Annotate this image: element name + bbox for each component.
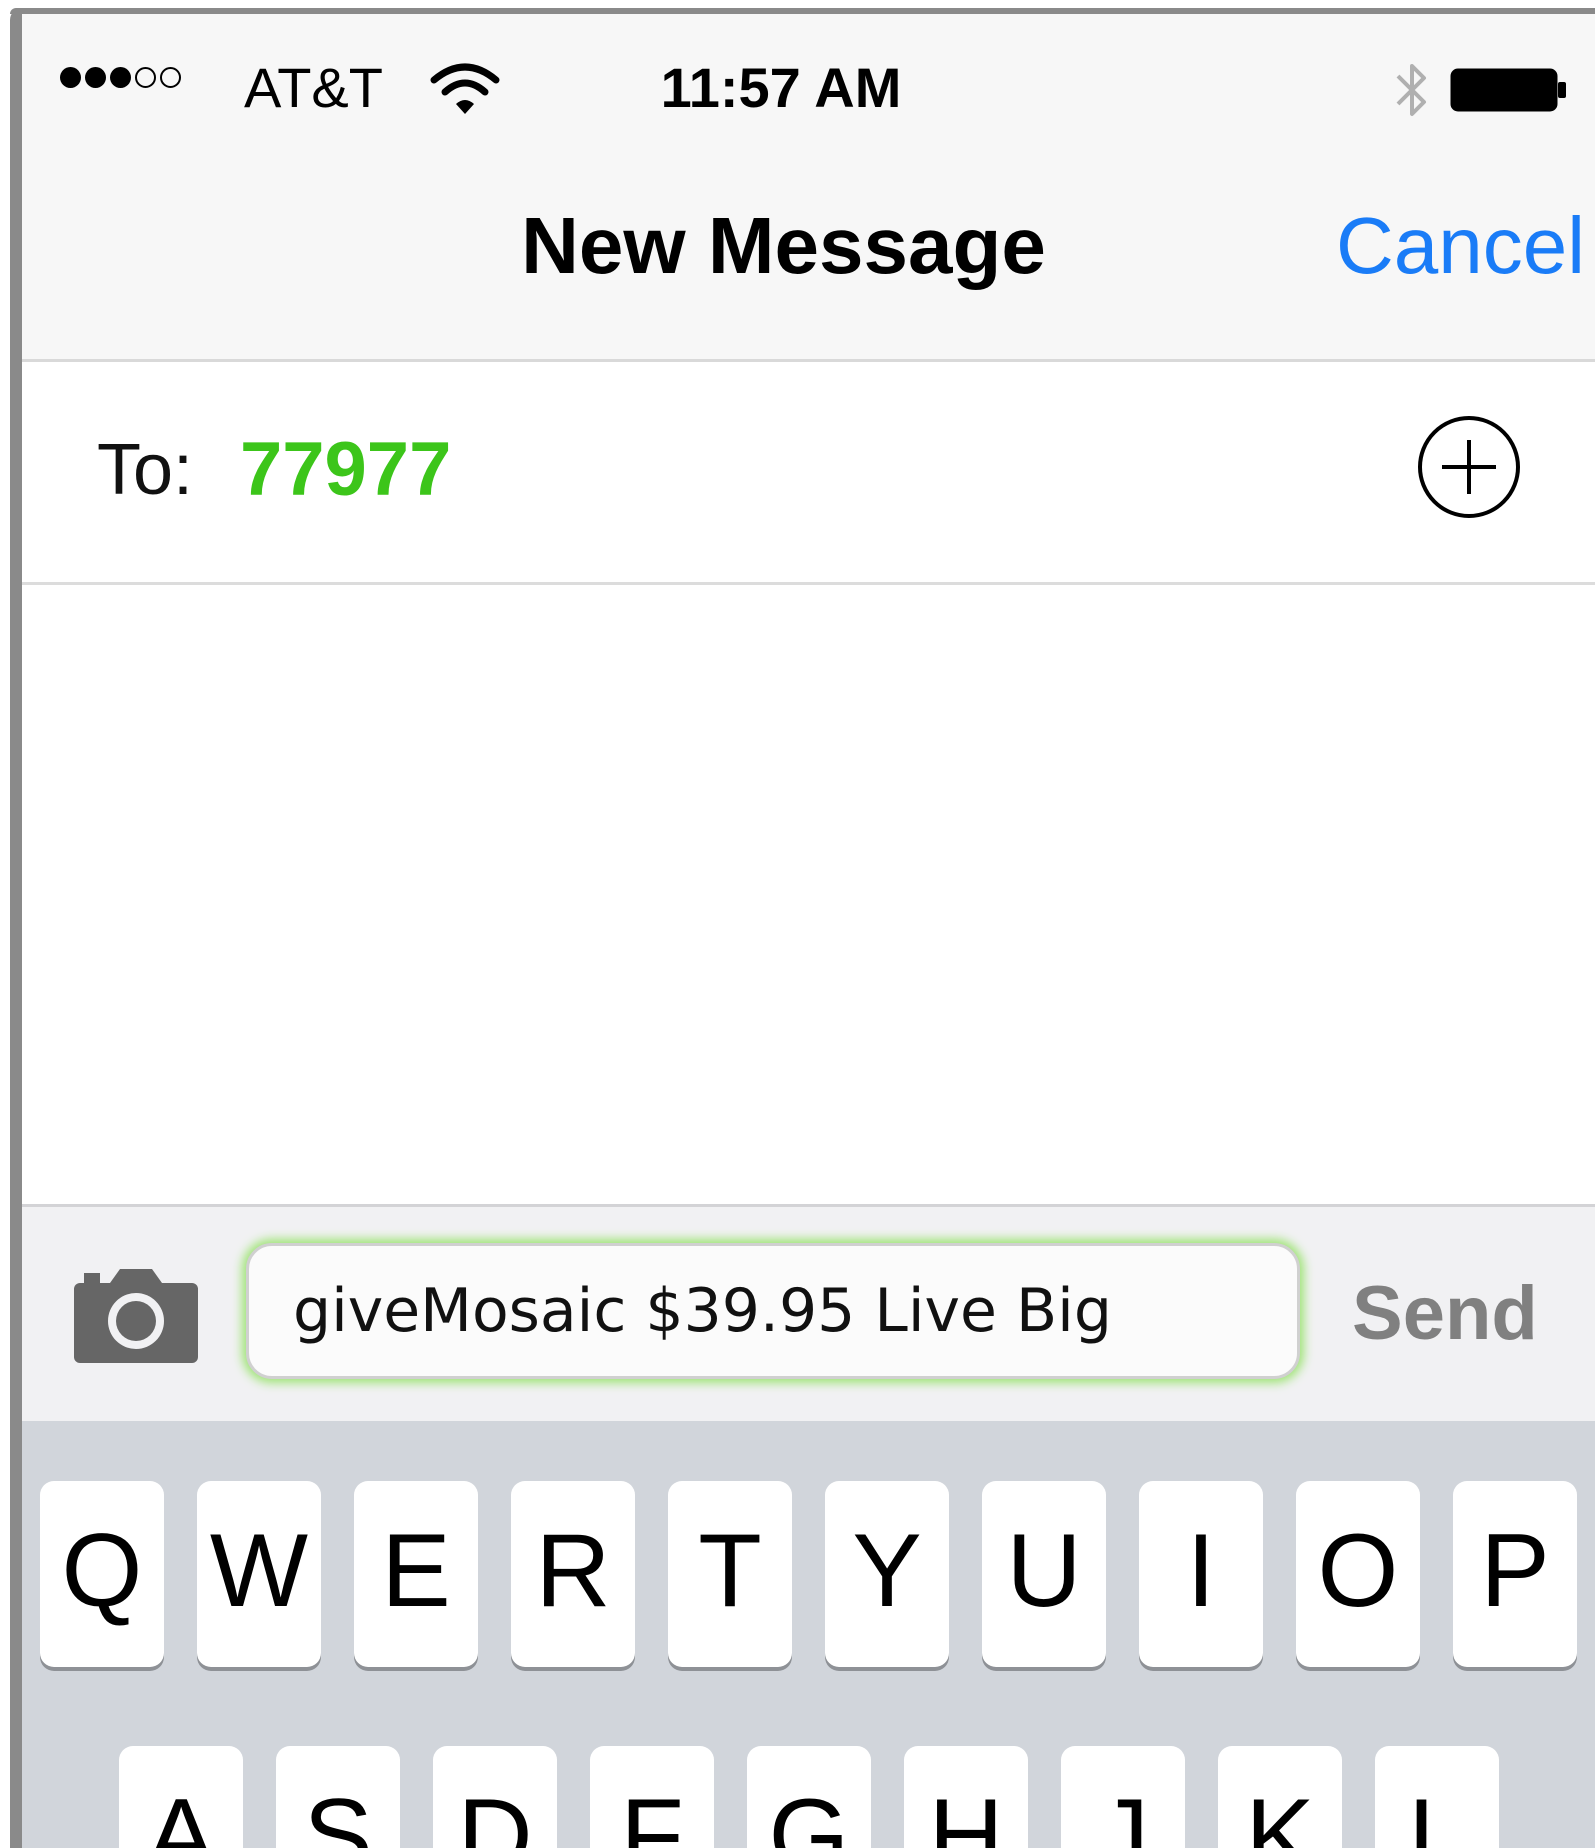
key-a[interactable]: A (119, 1746, 243, 1848)
key-e[interactable]: E (354, 1481, 478, 1667)
device-frame-edge (10, 8, 22, 1848)
keyboard: QWERTYUIOP ASDFGHJKL (22, 1421, 1595, 1848)
key-s[interactable]: S (276, 1746, 400, 1848)
key-y[interactable]: Y (825, 1481, 949, 1667)
key-g[interactable]: G (747, 1746, 871, 1848)
navigation-bar: New Message Cancel (22, 139, 1595, 362)
key-d[interactable]: D (433, 1746, 557, 1848)
key-l[interactable]: L (1375, 1746, 1499, 1848)
status-bar: AT&T 11:57 AM (22, 14, 1595, 139)
send-button[interactable]: Send (1352, 1259, 1538, 1369)
key-k[interactable]: K (1218, 1746, 1342, 1848)
bluetooth-icon (1396, 64, 1426, 116)
key-h[interactable]: H (904, 1746, 1028, 1848)
recipient-label: To: (97, 430, 194, 510)
message-input-bar: giveMosaic $39.95 Live Big Send (22, 1204, 1595, 1424)
key-o[interactable]: O (1296, 1481, 1420, 1667)
key-j[interactable]: J (1061, 1746, 1185, 1848)
key-i[interactable]: I (1139, 1481, 1263, 1667)
message-input[interactable]: giveMosaic $39.95 Live Big (246, 1243, 1300, 1379)
key-p[interactable]: P (1453, 1481, 1577, 1667)
key-r[interactable]: R (511, 1481, 635, 1667)
key-t[interactable]: T (668, 1481, 792, 1667)
add-contact-icon[interactable] (1414, 412, 1524, 522)
battery-icon (1450, 68, 1566, 112)
key-f[interactable]: F (590, 1746, 714, 1848)
key-w[interactable]: W (197, 1481, 321, 1667)
cancel-button[interactable]: Cancel (1336, 201, 1585, 291)
key-u[interactable]: U (982, 1481, 1106, 1667)
recipient-row[interactable]: To: 77977 (22, 362, 1595, 585)
conversation-area (22, 585, 1595, 1204)
phone-screen: AT&T 11:57 AM New Message Cancel To: 779… (22, 14, 1595, 1848)
key-q[interactable]: Q (40, 1481, 164, 1667)
status-time: 11:57 AM (660, 56, 902, 119)
recipient-chip[interactable]: 77977 (240, 430, 451, 510)
camera-icon[interactable] (72, 1265, 200, 1365)
